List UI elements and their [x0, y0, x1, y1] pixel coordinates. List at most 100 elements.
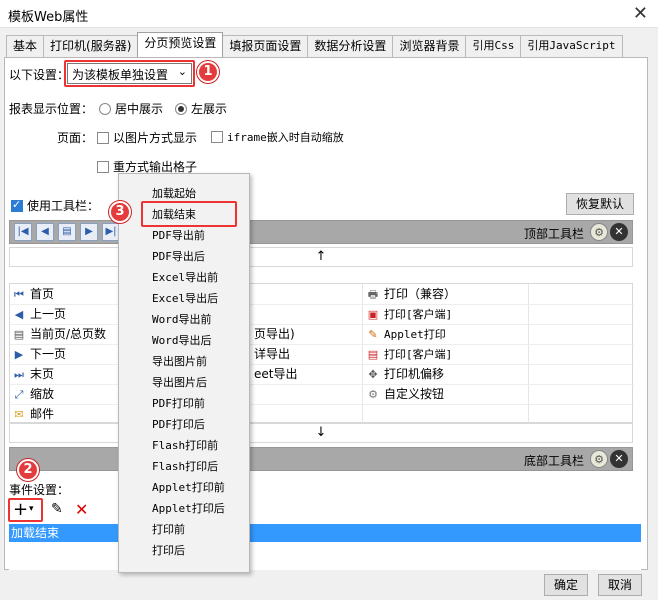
grid-item-page-count[interactable]: ▤ 当前页/总页数	[12, 324, 106, 344]
gear-icon[interactable]: ⚙	[590, 223, 608, 241]
last-page-icon: ⏭	[14, 368, 24, 381]
menu-item[interactable]: PDF打印后	[152, 415, 205, 435]
toolbar-page-icon[interactable]: ▤	[58, 223, 76, 241]
menu-item[interactable]: 打印前	[152, 520, 185, 540]
grid-item-print-client-2[interactable]: ▤ 打印[客户端]	[366, 344, 452, 364]
grid-item-partial[interactable]: eet导出	[254, 364, 297, 384]
menu-item[interactable]: 打印后	[152, 541, 185, 561]
menu-item[interactable]: Applet打印前	[152, 478, 225, 498]
callout-box-1	[64, 60, 195, 87]
tab-printer-server[interactable]: 打印机(服务器)	[43, 35, 139, 57]
grid-item-applet-print[interactable]: ✎ Applet打印	[366, 324, 445, 344]
image-mode-option[interactable]: 以图片方式显示	[97, 129, 197, 146]
tab-css[interactable]: 引用Css	[465, 35, 522, 57]
custom-button-icon: ⚙	[368, 388, 378, 401]
image-mode-checkbox[interactable]	[97, 132, 109, 144]
print-icon: 🖶	[367, 288, 379, 301]
grid-item-custom-button[interactable]: ⚙ 自定义按钮	[366, 384, 444, 404]
top-toolbar-bar: |◀ ◀ ▤ ▶ ▶| 顶部工具栏 ⚙ ✕	[9, 220, 633, 244]
prev-page-icon: ◀	[14, 308, 24, 321]
callout-badge-3: 3	[109, 201, 131, 223]
grid-item-partial[interactable]: 页导出)	[254, 324, 295, 344]
use-toolbar-option[interactable]: 使用工具栏：	[11, 197, 99, 214]
restore-default-button[interactable]: 恢复默认	[566, 193, 634, 215]
grid-item-label: 首页	[30, 287, 55, 301]
delete-icon[interactable]: ✕	[75, 500, 88, 519]
tab-data-analysis[interactable]: 数据分析设置	[307, 35, 394, 57]
grid-item-next-page[interactable]: ▶ 下一页	[12, 344, 66, 364]
chevron-down-icon[interactable]: ▾	[29, 504, 34, 514]
move-up-row[interactable]: ↑	[9, 247, 633, 267]
grid-item-print-compat[interactable]: 🖶 打印（兼容）	[366, 284, 456, 304]
menu-item[interactable]: Applet打印后	[152, 499, 225, 519]
event-list-item-selected[interactable]: 加载结束	[9, 524, 641, 542]
radio-center-circle[interactable]	[99, 103, 111, 115]
events-label: 事件设置：	[9, 483, 70, 497]
radio-left-label: 左展示	[191, 102, 228, 116]
menu-item[interactable]: PDF打印前	[152, 394, 205, 414]
edit-icon[interactable]: ✎	[51, 501, 63, 517]
grid-item-mail[interactable]: ✉ 邮件	[12, 404, 54, 424]
grid-item-zoom[interactable]: ⤢ 缩放	[12, 384, 54, 404]
toolbar-first-icon[interactable]: |◀	[14, 223, 32, 241]
menu-item[interactable]: 导出图片前	[152, 352, 207, 372]
top-toolbar-label: 顶部工具栏	[523, 227, 584, 241]
grid-item-label: 下一页	[30, 347, 67, 361]
gear-icon[interactable]: ⚙	[590, 450, 608, 468]
grid-divider	[10, 304, 634, 305]
grid-item-print-client[interactable]: ▣ 打印[客户端]	[366, 304, 452, 324]
menu-item[interactable]: Excel导出后	[152, 289, 218, 309]
iframe-zoom-option[interactable]: iframe嵌入时自动缩放	[211, 129, 344, 145]
grid-item-label: 打印（兼容）	[384, 287, 457, 301]
menu-item[interactable]: Flash打印前	[152, 436, 218, 456]
mail-icon: ✉	[14, 408, 24, 421]
page-label: 页面：	[57, 131, 94, 145]
add-icon[interactable]: +	[13, 499, 28, 520]
bottom-toolbar-bar: 底部工具栏 ⚙ ✕	[9, 447, 633, 471]
toolbar-prev-icon[interactable]: ◀	[36, 223, 54, 241]
tab-page-preview[interactable]: 分页预览设置	[137, 32, 224, 57]
close-icon[interactable]: ✕	[610, 450, 628, 468]
radio-center[interactable]: 居中展示	[99, 100, 163, 117]
cancel-button[interactable]: 取消	[598, 574, 642, 596]
grid-output-checkbox[interactable]	[97, 161, 109, 173]
grid-item-last-page[interactable]: ⏭ 末页	[12, 364, 54, 384]
tab-basic[interactable]: 基本	[6, 35, 45, 57]
menu-item[interactable]: PDF导出后	[152, 247, 205, 267]
close-icon[interactable]: ✕	[610, 223, 628, 241]
toolbar-item-grid: ⏮ 首页 ◀ 上一页 ▤ 当前页/总页数 ▶ 下一页 ⏭ 末页 ⤢ 缩放 ✉ 邮件 页导出) …	[9, 283, 634, 424]
title-bar: 模板Web属性 ✕	[0, 0, 658, 28]
move-down-row[interactable]: ↓	[9, 423, 633, 443]
ok-button[interactable]: 确定	[544, 574, 588, 596]
grid-item-label: 打印[客户端]	[384, 308, 453, 321]
grid-item-printer-offset[interactable]: ✥ 打印机偏移	[366, 364, 444, 384]
grid-item-first-page[interactable]: ⏮ 首页	[12, 284, 54, 304]
grid-item-label: 上一页	[30, 307, 67, 321]
close-icon[interactable]: ✕	[633, 3, 648, 24]
tab-browser-bg[interactable]: 浏览器背景	[392, 35, 467, 57]
arrow-down-icon[interactable]: ↓	[316, 425, 327, 440]
tab-javascript[interactable]: 引用JavaScript	[520, 35, 623, 57]
grid-divider	[10, 364, 634, 365]
first-page-icon: ⏮	[14, 288, 24, 301]
menu-item[interactable]: Flash打印后	[152, 457, 218, 477]
tab-fill-page[interactable]: 填报页面设置	[222, 35, 309, 57]
pdf-print-icon: ▣	[367, 308, 379, 321]
menu-item[interactable]: Excel导出前	[152, 268, 218, 288]
iframe-zoom-checkbox[interactable]	[211, 131, 223, 143]
applet-print-icon: ✎	[368, 328, 378, 341]
use-toolbar-checkbox[interactable]	[11, 198, 23, 212]
next-page-icon: ▶	[14, 348, 24, 361]
radio-left[interactable]: 左展示	[175, 100, 227, 117]
menu-item[interactable]: Word导出前	[152, 310, 212, 330]
radio-left-circle[interactable]	[175, 103, 187, 115]
menu-item[interactable]: PDF导出前	[152, 226, 205, 246]
callout-box-3	[141, 201, 237, 227]
grid-item-prev-page[interactable]: ◀ 上一页	[12, 304, 66, 324]
grid-item-partial[interactable]: 详导出	[254, 344, 290, 364]
arrow-up-icon[interactable]: ↑	[316, 249, 327, 264]
toolbar-next-icon[interactable]: ▶	[80, 223, 98, 241]
menu-item[interactable]: Word导出后	[152, 331, 212, 351]
menu-item[interactable]: 导出图片后	[152, 373, 207, 393]
event-type-menu: 加载起始 加载结束 PDF导出前 PDF导出后 Excel导出前 Excel导出…	[118, 173, 250, 573]
